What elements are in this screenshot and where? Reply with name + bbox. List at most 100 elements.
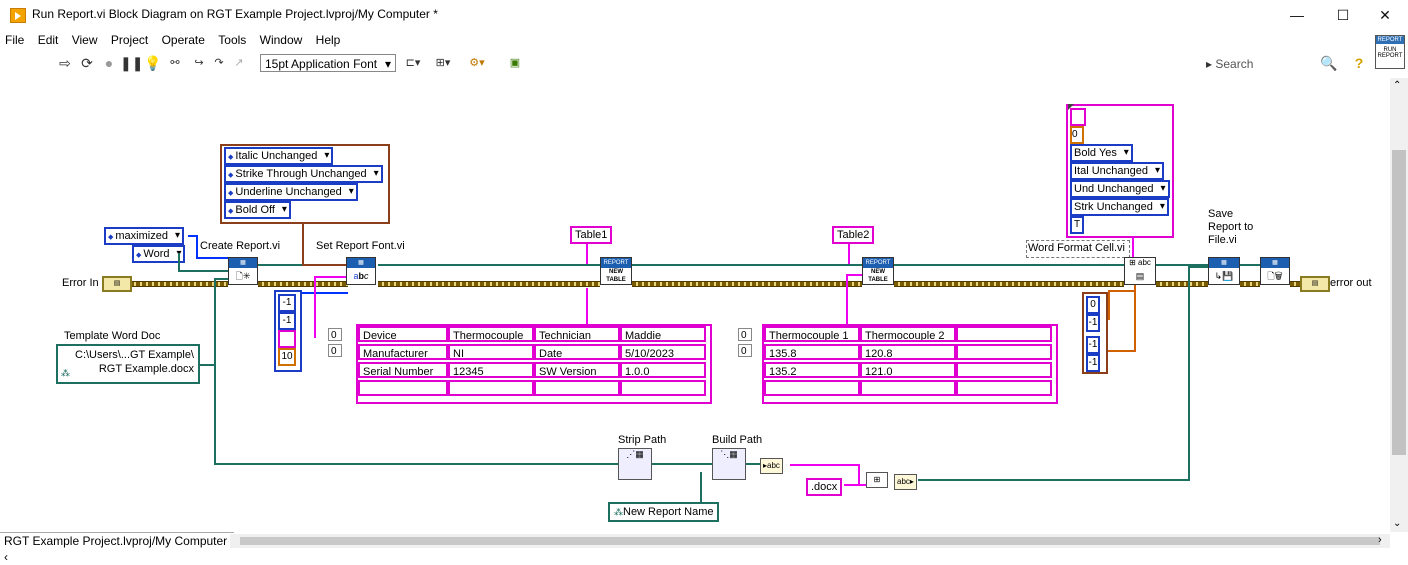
abort-icon[interactable]: ● [100,54,118,72]
table-cell[interactable]: Device [358,326,448,342]
table-cell[interactable] [534,380,620,396]
path-to-string-function[interactable]: ▸abc [760,458,783,474]
close-button[interactable]: ✕ [1362,0,1408,30]
cell-index-number[interactable]: -1 [1086,314,1100,332]
error-out-terminal[interactable]: ▤ [1300,276,1330,292]
cell-format-number[interactable]: 0 [1070,126,1084,144]
scroll-up-icon[interactable]: ⌃ [1393,80,1401,91]
help-icon[interactable]: ? [1350,54,1368,72]
table2-col-index[interactable]: 0 [738,344,752,357]
table-cell[interactable]: Technician [534,326,620,342]
table-cell[interactable] [620,380,706,396]
table-cell[interactable] [956,380,1052,396]
cleanup-diagram-icon[interactable]: ▣ [506,54,524,72]
table-cell[interactable] [358,380,448,396]
maximize-button[interactable]: ☐ [1320,0,1366,30]
underline-enum[interactable]: ◆ Underline Unchanged [224,183,358,201]
table-cell[interactable]: 1.0.0 [620,362,706,378]
set-report-font-vi[interactable]: ▦ abc [346,257,376,285]
font-name-string[interactable] [278,330,296,348]
error-in-terminal[interactable]: ▤ [102,276,132,292]
run-continuously-icon[interactable]: ⟳ [78,54,96,72]
menu-edit[interactable]: Edit [33,31,64,49]
cell-font-string[interactable] [1070,108,1086,126]
run-arrow-icon[interactable]: ⇨ [56,54,74,72]
cell-boolean-constant[interactable]: T [1070,216,1084,234]
table-cell[interactable]: Thermocouple [448,326,534,342]
cell-italic-enum[interactable]: Ital Unchanged [1070,162,1164,180]
step-out-icon[interactable]: ↗ [230,54,248,72]
strip-path-function[interactable]: ⋰▦ [618,448,652,480]
table-cell[interactable]: Thermocouple 1 [764,326,860,342]
table-cell[interactable] [956,362,1052,378]
table1-col-index[interactable]: 0 [328,344,342,357]
cell-index-number[interactable]: 0 [1086,296,1100,314]
table-cell[interactable]: 12345 [448,362,534,378]
table1-row-index[interactable]: 0 [328,328,342,341]
menu-window[interactable]: Window [255,31,308,49]
cell-underline-enum[interactable]: Und Unchanged [1070,180,1170,198]
cell-strike-enum[interactable]: Strk Unchanged [1070,198,1169,216]
table-cell[interactable]: Date [534,344,620,360]
scroll-left-icon[interactable]: ‹ [4,550,8,564]
align-objects-icon[interactable]: ⊏▾ [404,54,422,72]
menu-tools[interactable]: Tools [213,31,251,49]
scroll-right-icon[interactable]: › [1378,534,1382,546]
table-cell[interactable]: 135.8 [764,344,860,360]
append-table1-vi[interactable]: REPORT NEW TABLE [600,257,632,285]
table1-string-constant[interactable]: Table1 [570,226,613,244]
font-color-number[interactable]: -1 [278,312,296,330]
table-cell[interactable]: Serial Number [358,362,448,378]
cell-bold-enum[interactable]: Bold Yes [1070,144,1133,162]
font-size-number[interactable]: 10 [278,348,296,366]
retain-wire-values-icon[interactable]: ⚯ [166,54,184,72]
table-cell[interactable]: Thermocouple 2 [860,326,956,342]
table-cell[interactable]: 120.8 [860,344,956,360]
table2-row-index[interactable]: 0 [738,328,752,341]
menu-view[interactable]: View [67,31,103,49]
minimize-button[interactable]: — [1274,0,1320,30]
concatenate-strings-function[interactable]: ⊞ [866,472,888,488]
string-to-path-function[interactable]: abc▸ [894,474,917,490]
cell-index-number[interactable]: -1 [1086,354,1100,372]
table-cell[interactable]: 121.0 [860,362,956,378]
table-cell[interactable] [860,380,956,396]
table-cell[interactable] [764,380,860,396]
strike-through-enum[interactable]: ◆ Strike Through Unchanged [224,165,383,183]
build-path-function[interactable]: ⋱▦ [712,448,746,480]
cell-index-number[interactable]: -1 [1086,336,1100,354]
step-into-icon[interactable]: ↪ [190,54,208,72]
menu-operate[interactable]: Operate [157,31,210,49]
font-select[interactable]: 15pt Application Font ▾ [260,54,396,72]
pause-icon[interactable]: ❚❚ [120,54,143,72]
highlight-execution-icon[interactable]: 💡 [144,54,162,72]
word-format-cell-vi[interactable]: ⊞ abc ▤ [1124,257,1156,285]
table-cell[interactable]: SW Version [534,362,620,378]
template-path-constant[interactable]: ⁂ C:\Users\...GT Example\ RGT Example.docx [56,344,200,384]
table2-string-constant[interactable]: Table2 [832,226,875,244]
create-report-vi[interactable]: ▦ 🗋✳ [228,257,258,285]
vertical-scrollbar-thumb[interactable] [1392,150,1406,455]
table-cell[interactable]: Maddie [620,326,706,342]
search-icon[interactable]: 🔍 [1320,54,1338,72]
horizontal-scrollbar-thumb[interactable] [240,537,1380,545]
table-cell[interactable] [956,326,1052,342]
scroll-down-icon[interactable]: ⌄ [1393,518,1401,529]
new-report-name-constant[interactable]: ⁂New Report Name [608,502,720,522]
append-table2-vi[interactable]: REPORT NEW TABLE [862,257,894,285]
table-cell[interactable]: 135.2 [764,362,860,378]
save-report-vi[interactable]: ▦ ↳💾 [1208,257,1240,285]
step-over-icon[interactable]: ↷ [210,54,228,72]
table-cell[interactable]: Manufacturer [358,344,448,360]
table-cell[interactable]: NI [448,344,534,360]
menu-help[interactable]: Help [311,31,346,49]
font-color-number[interactable]: -1 [278,294,296,312]
table-cell[interactable] [448,380,534,396]
menu-project[interactable]: Project [106,31,153,49]
bold-enum[interactable]: ◆ Bold Off [224,201,291,219]
table-cell[interactable] [956,344,1052,360]
dispose-report-vi[interactable]: ▦ 🗋🗑 [1260,257,1290,285]
table-cell[interactable]: 5/10/2023 [620,344,706,360]
window-state-enum[interactable]: ◆ maximized [104,227,184,245]
reorder-icon[interactable]: ⚙▾ [468,54,486,72]
